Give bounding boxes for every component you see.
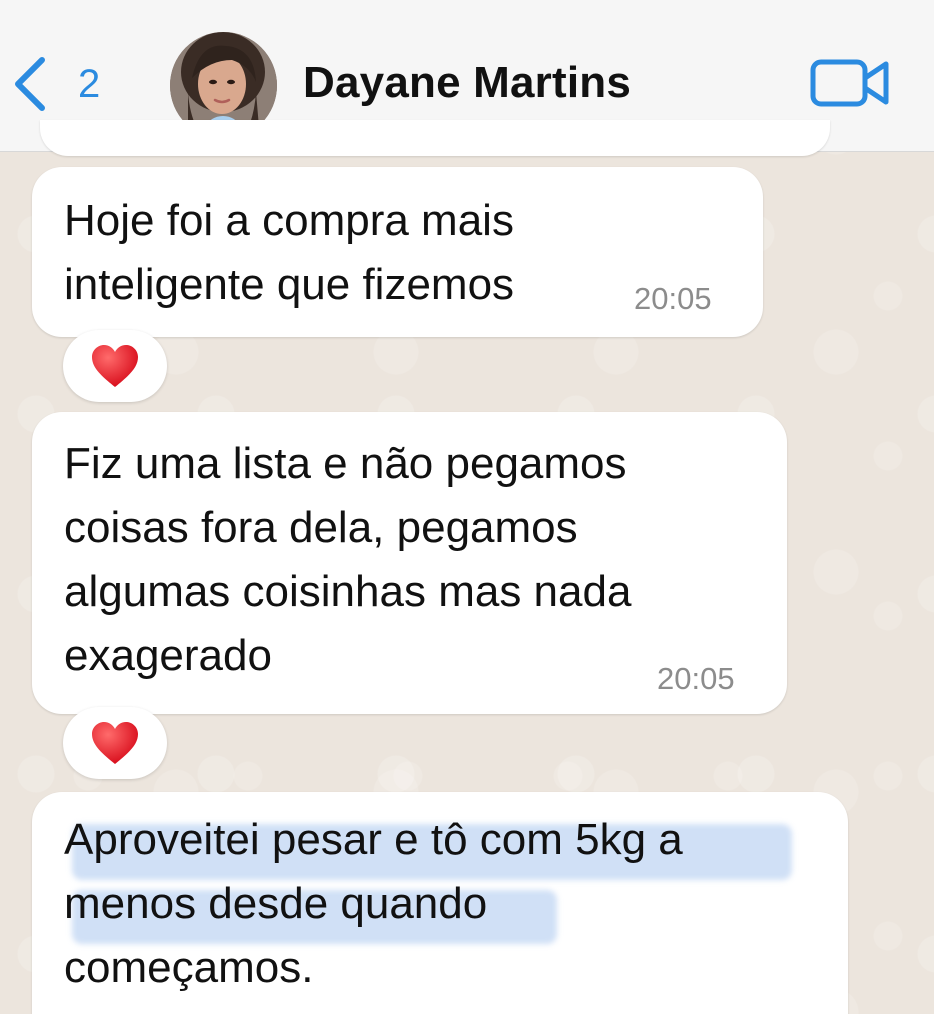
- message-bubble[interactable]: Hoje foi a compra mais inteligente que f…: [32, 167, 763, 337]
- back-button[interactable]: 2: [8, 52, 118, 116]
- message-text: Fiz uma lista e não pegamos coisas fora …: [64, 439, 632, 680]
- contact-name[interactable]: Dayane Martins: [303, 58, 631, 108]
- message-time: 20:05: [634, 281, 712, 316]
- message-reaction[interactable]: [63, 330, 167, 402]
- message-bubble[interactable]: Fiz uma lista e não pegamos coisas fora …: [32, 412, 787, 714]
- red-heart-icon: [92, 345, 138, 387]
- video-call-button[interactable]: [808, 50, 892, 114]
- unread-count: 2: [78, 61, 101, 106]
- message-bubble[interactable]: Aproveitei pesar e tô com 5kg a menos de…: [32, 792, 848, 1014]
- message-time: 20:05: [657, 661, 735, 696]
- chevron-left-icon: [15, 57, 45, 111]
- red-heart-icon: [92, 722, 138, 764]
- message-text: Hoje foi a compra mais inteligente que f…: [64, 196, 515, 309]
- message-text: Aproveitei pesar e tô com 5kg a menos de…: [64, 815, 683, 992]
- previous-message-edge: [40, 120, 830, 156]
- video-camera-icon: [810, 59, 889, 107]
- message-reaction[interactable]: [63, 707, 167, 779]
